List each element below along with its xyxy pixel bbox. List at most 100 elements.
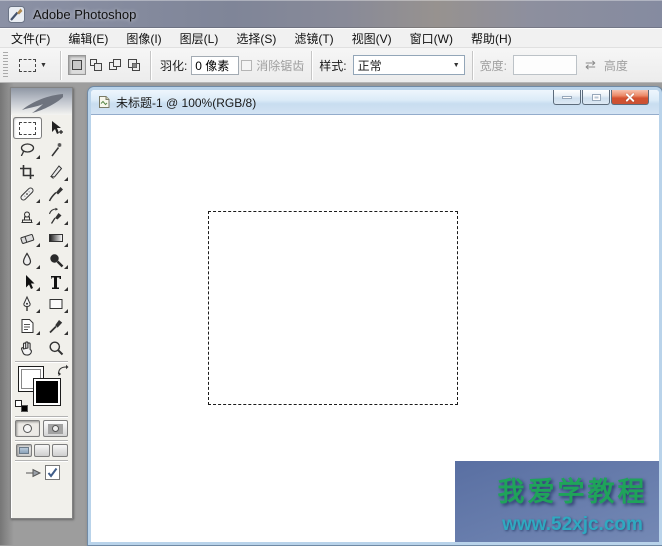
minimize-button[interactable]	[553, 90, 581, 105]
screen-mode-buttons	[11, 444, 72, 457]
eyedropper-icon	[47, 317, 65, 335]
menu-item-help[interactable]: 帮助(H)	[462, 28, 521, 49]
tool-clone-stamp[interactable]	[13, 205, 42, 227]
tool-history-brush[interactable]	[42, 205, 71, 227]
standard-screen-button[interactable]	[16, 444, 32, 457]
divider	[15, 361, 68, 362]
menu-item-window[interactable]: 窗口(W)	[401, 28, 462, 49]
tool-eraser[interactable]	[13, 227, 42, 249]
lasso-icon	[18, 141, 36, 159]
style-dropdown[interactable]: 正常 ▼	[353, 55, 465, 75]
rectangular-marquee-icon	[19, 59, 36, 72]
menu-item-image[interactable]: 图像(I)	[117, 28, 170, 49]
tool-type[interactable]	[42, 271, 71, 293]
menu-item-edit[interactable]: 编辑(E)	[59, 28, 117, 49]
intersect-selection-button[interactable]	[125, 55, 143, 75]
swap-dimensions-icon: ⇄	[585, 57, 596, 73]
tool-eyedropper[interactable]	[42, 315, 71, 337]
menu-item-filter[interactable]: 滤镜(T)	[285, 28, 342, 49]
quick-mask-mode-button[interactable]	[43, 420, 68, 437]
feather-input[interactable]	[191, 56, 239, 75]
intersect-selection-icon	[127, 58, 141, 72]
document-icon	[97, 95, 111, 109]
tool-rectangular-marquee[interactable]	[13, 117, 42, 139]
tool-magic-wand[interactable]	[42, 139, 71, 161]
standard-screen-icon	[19, 447, 29, 454]
rectangular-marquee-icon	[19, 122, 36, 135]
dodge-icon	[47, 251, 65, 269]
brush-icon	[47, 185, 65, 203]
swap-colors-icon[interactable]	[56, 364, 69, 376]
path-selection-icon	[18, 273, 36, 291]
type-icon	[47, 273, 65, 291]
close-button[interactable]	[611, 90, 649, 105]
magic-wand-icon	[47, 141, 65, 159]
default-colors-icon[interactable]	[15, 400, 28, 412]
tool-pen[interactable]	[13, 293, 42, 315]
photoshop-window: Adobe Photoshop 文件(F) 编辑(E) 图像(I) 图层(L) …	[0, 0, 662, 546]
jump-to-imageready-button[interactable]	[11, 465, 72, 480]
tool-notes[interactable]	[13, 315, 42, 337]
add-to-selection-button[interactable]	[87, 55, 105, 75]
eraser-icon	[18, 229, 36, 247]
menu-item-select[interactable]: 选择(S)	[227, 28, 285, 49]
document-title: 未标题-1 @ 100%(RGB/8)	[116, 94, 256, 111]
divider	[15, 460, 68, 461]
width-input	[513, 55, 577, 75]
divider	[15, 440, 68, 441]
healing-brush-icon	[18, 185, 36, 203]
gradient-icon	[47, 229, 65, 247]
color-swatches	[11, 364, 72, 414]
tool-healing-brush[interactable]	[13, 183, 42, 205]
window-controls	[553, 90, 649, 105]
quick-mask-mode-icon	[48, 424, 63, 434]
menu-item-layer[interactable]: 图层(L)	[171, 28, 228, 49]
toolbox-palette	[10, 87, 73, 519]
clone-stamp-icon	[18, 207, 36, 225]
rectangle-shape-icon	[47, 295, 65, 313]
fullscreen-button[interactable]	[52, 444, 68, 457]
tool-lasso[interactable]	[13, 139, 42, 161]
standard-mode-button[interactable]	[15, 420, 40, 437]
tool-hand[interactable]	[13, 337, 42, 359]
tool-blur[interactable]	[13, 249, 42, 271]
edit-mode-buttons	[11, 420, 72, 437]
subtract-from-selection-button[interactable]	[106, 55, 124, 75]
style-value: 正常	[358, 57, 453, 74]
menu-item-view[interactable]: 视图(V)	[343, 28, 401, 49]
new-selection-icon	[70, 58, 84, 72]
tool-move[interactable]	[42, 117, 71, 139]
jump-arrow-icon	[24, 466, 42, 480]
restore-icon	[592, 94, 601, 101]
history-brush-icon	[47, 207, 65, 225]
hand-icon	[18, 339, 36, 357]
menu-item-file[interactable]: 文件(F)	[2, 28, 59, 49]
tool-brush[interactable]	[42, 183, 71, 205]
width-label: 宽度:	[480, 57, 507, 74]
tool-rectangle-shape[interactable]	[42, 293, 71, 315]
restore-button[interactable]	[582, 90, 610, 105]
background-color-swatch[interactable]	[34, 379, 60, 405]
tool-slice[interactable]	[42, 161, 71, 183]
minimize-icon	[562, 96, 572, 99]
tool-crop[interactable]	[13, 161, 42, 183]
options-bar-grip[interactable]	[3, 52, 8, 78]
tool-preset-button[interactable]: ▼	[13, 56, 53, 75]
crop-icon	[18, 163, 36, 181]
document-canvas[interactable]: 我爱学教程 www.52xjc.com	[91, 115, 659, 542]
tool-path-selection[interactable]	[13, 271, 42, 293]
app-titlebar[interactable]: Adobe Photoshop	[0, 0, 662, 28]
tool-zoom[interactable]	[42, 337, 71, 359]
new-selection-button[interactable]	[68, 55, 86, 75]
fullscreen-menu-button[interactable]	[34, 444, 50, 457]
blur-icon	[18, 251, 36, 269]
adobe-feather-logo[interactable]	[11, 88, 72, 115]
move-icon	[47, 119, 65, 137]
divider	[311, 51, 312, 80]
tool-gradient[interactable]	[42, 227, 71, 249]
chevron-down-icon: ▼	[40, 62, 47, 69]
menu-bar: 文件(F) 编辑(E) 图像(I) 图层(L) 选择(S) 滤镜(T) 视图(V…	[0, 28, 662, 48]
tool-dodge[interactable]	[42, 249, 71, 271]
watermark-title: 我爱学教程	[455, 470, 659, 509]
style-label: 样式:	[319, 57, 346, 74]
